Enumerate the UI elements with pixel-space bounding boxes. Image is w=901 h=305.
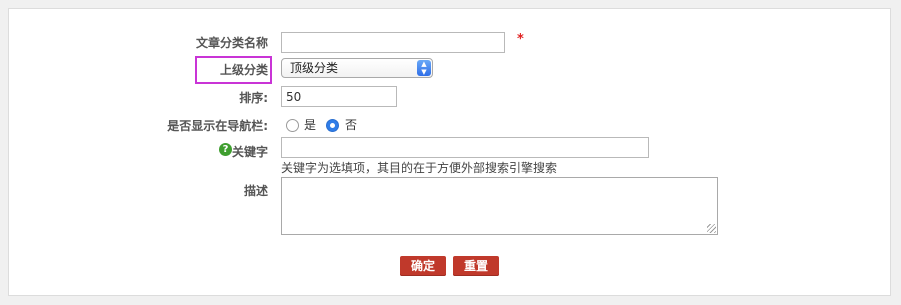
confirm-button[interactable]: 确定 <box>400 256 446 276</box>
keyword-input[interactable] <box>281 137 649 158</box>
description-textarea[interactable] <box>281 177 718 235</box>
keyword-label: 关键字 <box>231 145 268 159</box>
reset-button[interactable]: 重置 <box>453 256 499 276</box>
parent-category-selected: 顶级分类 <box>290 61 339 75</box>
category-name-input[interactable] <box>281 32 505 53</box>
updown-chevron-icon: ▲ ▼ <box>417 60 431 76</box>
sort-input[interactable] <box>281 86 397 107</box>
category-name-label: 文章分类名称 <box>195 36 268 50</box>
nav-yes-label: 是 <box>304 118 317 132</box>
nav-no-label: 否 <box>345 118 358 132</box>
parent-category-select[interactable]: 顶级分类 ▲ ▼ <box>281 58 433 78</box>
sort-label: 排序: <box>239 91 268 105</box>
keyword-hint: 关键字为选填项，其目的在于方便外部搜索引擎搜索 <box>281 161 558 175</box>
parent-category-label: 上级分类 <box>219 63 268 77</box>
required-mark: * <box>517 32 524 47</box>
show-in-nav-label: 是否显示在导航栏: <box>167 119 268 133</box>
resize-grip-icon[interactable] <box>707 224 716 233</box>
description-label: 描述 <box>243 184 268 198</box>
nav-yes-radio[interactable] <box>286 119 299 132</box>
nav-no-radio[interactable] <box>326 119 339 132</box>
question-circle-icon[interactable]: ? <box>219 143 232 156</box>
